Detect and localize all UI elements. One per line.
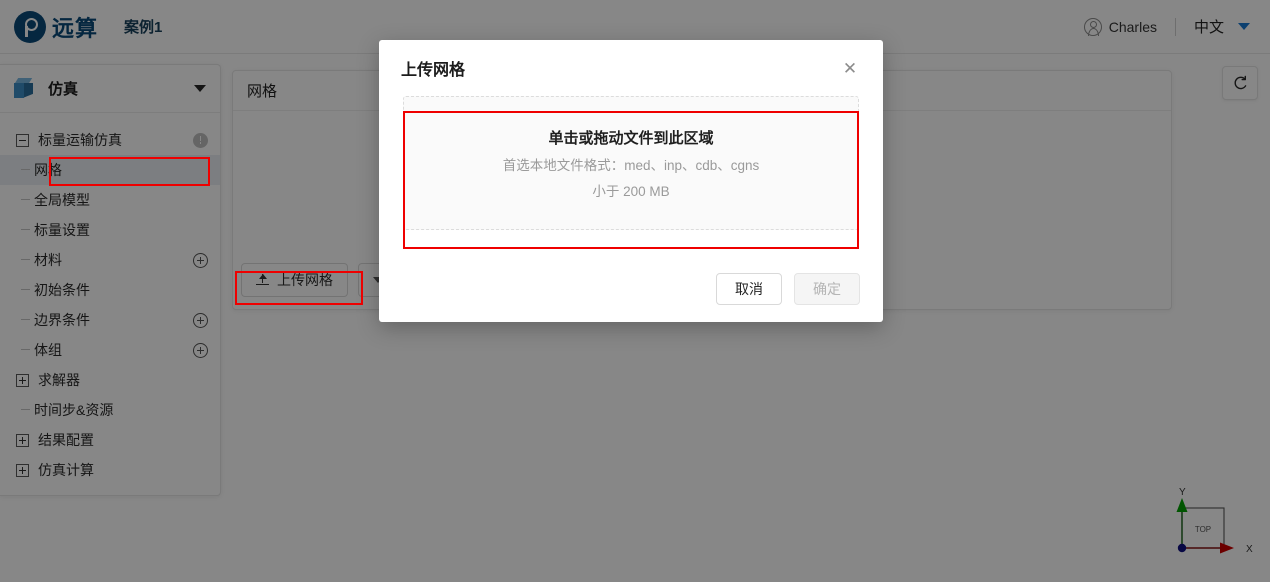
confirm-button: 确定: [794, 273, 860, 305]
close-icon[interactable]: ✕: [839, 57, 861, 79]
upload-mesh-dialog: 上传网格 ✕ 单击或拖动文件到此区域 首选本地文件格式：med、inp、cdb、…: [379, 40, 883, 322]
dialog-header: 上传网格 ✕: [379, 40, 883, 96]
app-root: 远算 案例1 Charles 中文 仿真 标量运输仿真 网格 全局模型 标量设置 材料初…: [0, 0, 1270, 582]
dropzone-format-text: 首选本地文件格式：med、inp、cdb、cgns: [502, 157, 760, 173]
cancel-button[interactable]: 取消: [716, 273, 782, 305]
dialog-body: 单击或拖动文件到此区域 首选本地文件格式：med、inp、cdb、cgns 小于…: [379, 96, 883, 230]
dropzone-size-text: 小于 200 MB: [592, 183, 670, 199]
dropzone-primary-text: 单击或拖动文件到此区域: [548, 129, 714, 147]
file-dropzone[interactable]: 单击或拖动文件到此区域 首选本地文件格式：med、inp、cdb、cgns 小于…: [403, 96, 859, 230]
dialog-title: 上传网格: [401, 62, 466, 79]
dialog-footer: 取消 确定: [716, 273, 860, 305]
